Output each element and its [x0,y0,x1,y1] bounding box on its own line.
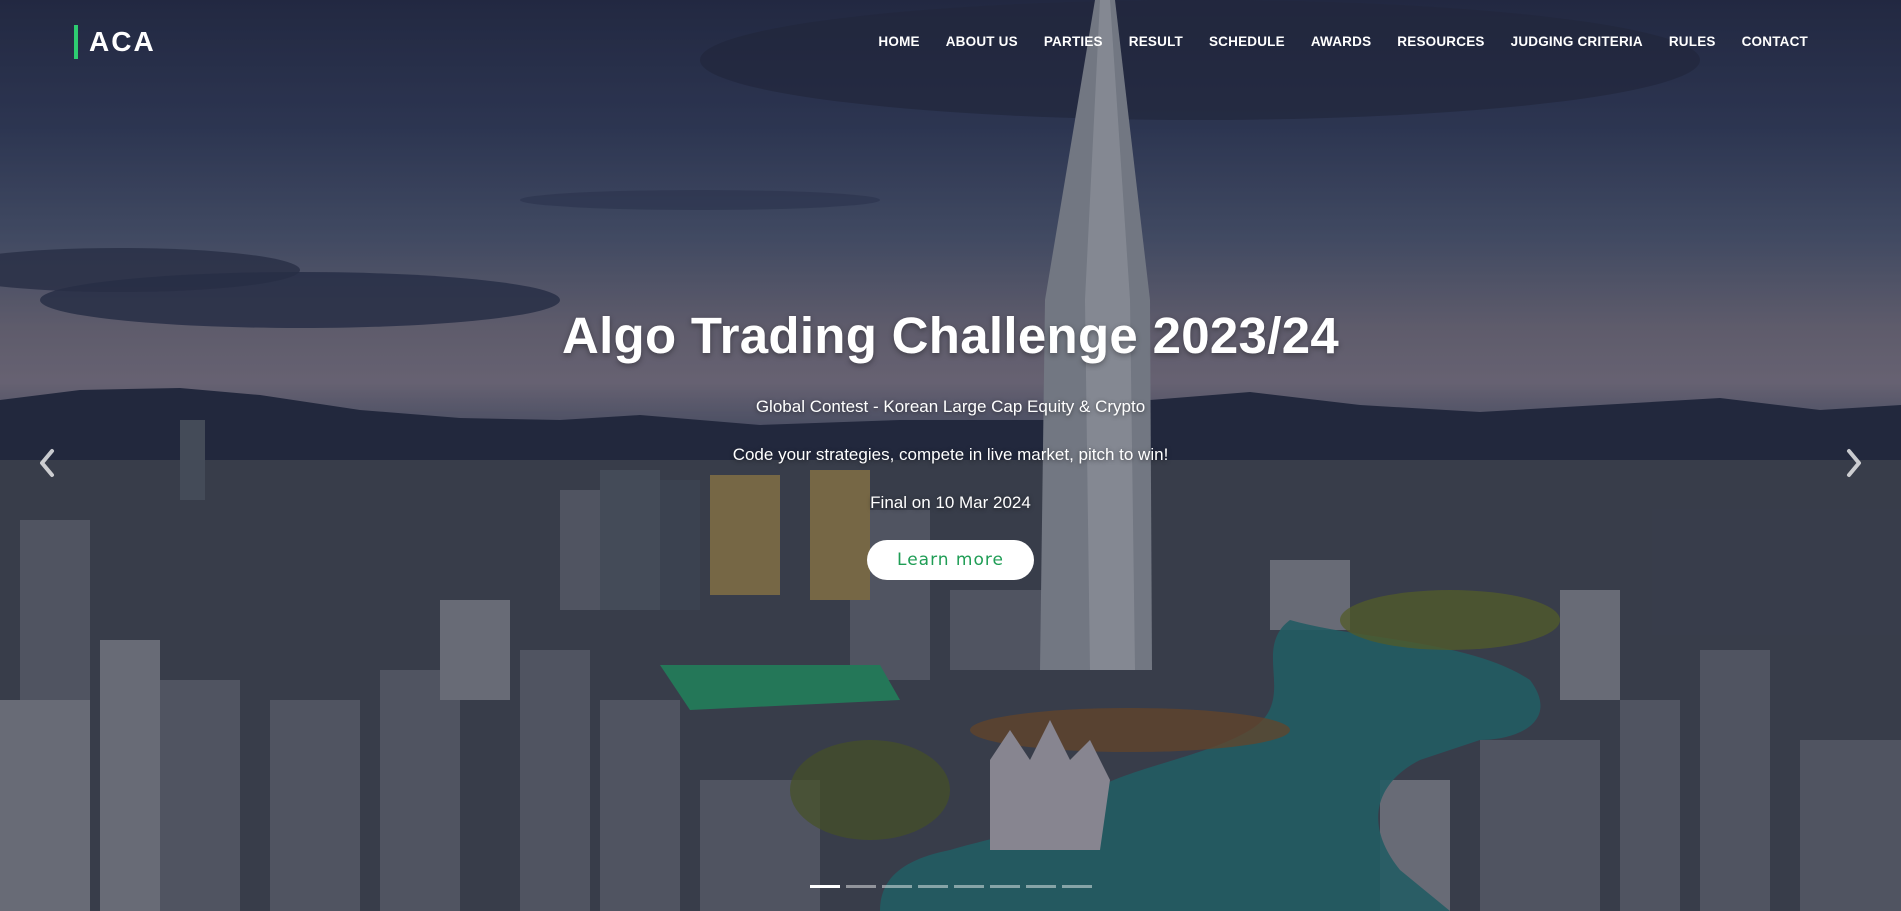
carousel-indicator[interactable] [989,885,1020,888]
chevron-left-icon [40,449,54,477]
nav-item-schedule[interactable]: SCHEDULE [1196,30,1298,53]
carousel-prev-button[interactable] [32,445,62,481]
carousel-indicator[interactable] [809,885,840,888]
carousel-indicator[interactable] [845,885,876,888]
nav-item-awards[interactable]: AWARDS [1298,30,1384,53]
chevron-right-icon [1847,449,1861,477]
carousel-indicator[interactable] [917,885,948,888]
carousel-indicator[interactable] [953,885,984,888]
nav-item-parties[interactable]: PARTIES [1031,30,1116,53]
main-nav: HOME ABOUT US PARTIES RESULT SCHEDULE AW… [865,30,1821,53]
nav-item-contact[interactable]: CONTACT [1729,30,1821,53]
carousel-indicator[interactable] [1061,885,1092,888]
nav-item-judging-criteria[interactable]: JUDGING CRITERIA [1498,30,1656,53]
nav-item-rules[interactable]: RULES [1656,30,1729,53]
hero-final-date: Final on 10 Mar 2024 [870,493,1031,512]
carousel-next-button[interactable] [1839,445,1869,481]
site-header: ACA HOME ABOUT US PARTIES RESULT SCHEDUL… [0,0,1901,84]
site-logo[interactable]: ACA [74,25,156,59]
nav-item-about-us[interactable]: ABOUT US [933,30,1031,53]
hero-subtitle: Global Contest - Korean Large Cap Equity… [755,397,1146,416]
nav-item-result[interactable]: RESULT [1116,30,1196,53]
hero-caption: Algo Trading Challenge 2023/24 Global Co… [0,300,1901,580]
nav-item-home[interactable]: HOME [865,30,932,53]
carousel-indicator[interactable] [881,885,912,888]
learn-more-button[interactable]: Learn more [867,540,1034,580]
carousel-indicators [0,885,1901,888]
carousel-indicator[interactable] [1025,885,1056,888]
nav-item-resources[interactable]: RESOURCES [1384,30,1497,53]
hero-title: Algo Trading Challenge 2023/24 [561,307,1340,364]
hero-tagline: Code your strategies, compete in live ma… [732,445,1169,464]
